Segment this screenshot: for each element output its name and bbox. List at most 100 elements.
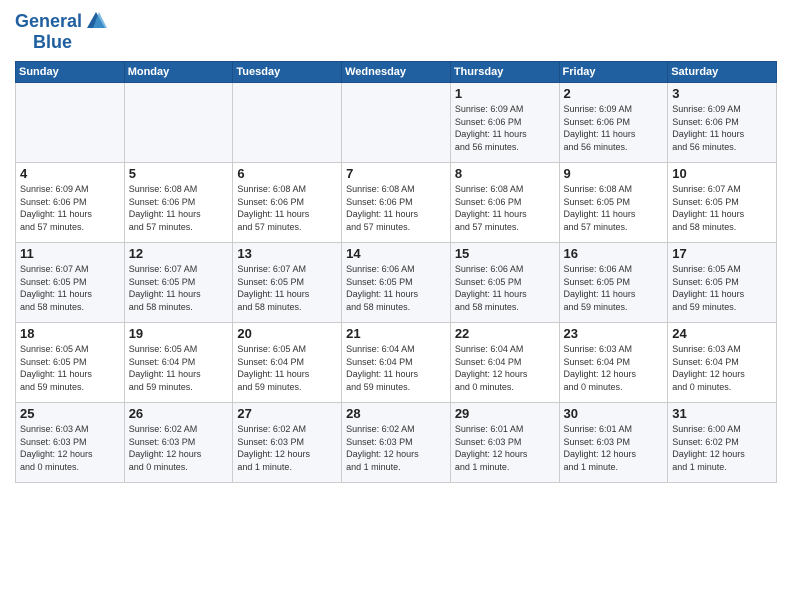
logo-general-text: General (15, 11, 82, 32)
day-number: 13 (237, 246, 337, 261)
weekday-header-row: SundayMondayTuesdayWednesdayThursdayFrid… (16, 62, 777, 83)
weekday-header-friday: Friday (559, 62, 668, 83)
calendar-week-row: 1 Sunrise: 6:09 AM Sunset: 6:06 PM Daylig… (16, 83, 777, 163)
day-info: Sunrise: 6:05 AM Sunset: 6:05 PM Dayligh… (20, 343, 120, 393)
day-info: Sunrise: 6:01 AM Sunset: 6:03 PM Dayligh… (455, 423, 555, 473)
weekday-header-monday: Monday (124, 62, 233, 83)
day-number: 10 (672, 166, 772, 181)
day-number: 30 (564, 406, 664, 421)
day-info: Sunrise: 6:03 AM Sunset: 6:03 PM Dayligh… (20, 423, 120, 473)
day-number: 24 (672, 326, 772, 341)
day-number: 26 (129, 406, 229, 421)
calendar-week-row: 18 Sunrise: 6:05 AM Sunset: 6:05 PM Dayli… (16, 323, 777, 403)
day-info: Sunrise: 6:01 AM Sunset: 6:03 PM Dayligh… (564, 423, 664, 473)
calendar-cell: 15 Sunrise: 6:06 AM Sunset: 6:05 PM Dayli… (450, 243, 559, 323)
calendar-cell: 1Sunrise: 6:09 AM Sunset: 6:06 PM Daylig… (450, 83, 559, 163)
day-number: 1 (455, 86, 555, 101)
calendar-cell (16, 83, 125, 163)
day-info: Sunrise: 6:08 AM Sunset: 6:06 PM Dayligh… (455, 183, 555, 233)
calendar-cell: 5Sunrise: 6:08 AM Sunset: 6:06 PM Daylig… (124, 163, 233, 243)
calendar-cell: 16 Sunrise: 6:06 AM Sunset: 6:05 PM Dayli… (559, 243, 668, 323)
logo-general-word: General (15, 11, 82, 31)
calendar-cell: 12 Sunrise: 6:07 AM Sunset: 6:05 PM Dayli… (124, 243, 233, 323)
calendar-cell: 11 Sunrise: 6:07 AM Sunset: 6:05 PM Dayli… (16, 243, 125, 323)
calendar-cell: 17Sunrise: 6:05 AM Sunset: 6:05 PM Dayli… (668, 243, 777, 323)
calendar-cell (124, 83, 233, 163)
calendar-cell: 23 Sunrise: 6:03 AM Sunset: 6:04 PM Dayli… (559, 323, 668, 403)
day-number: 2 (564, 86, 664, 101)
day-info: Sunrise: 6:00 AM Sunset: 6:02 PM Dayligh… (672, 423, 772, 473)
calendar-container: General Blue SundayMondayTuesdayWednesda… (0, 0, 792, 488)
day-number: 4 (20, 166, 120, 181)
calendar-cell: 18 Sunrise: 6:05 AM Sunset: 6:05 PM Dayli… (16, 323, 125, 403)
day-info: Sunrise: 6:06 AM Sunset: 6:05 PM Dayligh… (346, 263, 446, 313)
day-number: 16 (564, 246, 664, 261)
day-number: 14 (346, 246, 446, 261)
day-info: Sunrise: 6:04 AM Sunset: 6:04 PM Dayligh… (346, 343, 446, 393)
day-number: 7 (346, 166, 446, 181)
calendar-cell: 24 Sunrise: 6:03 AM Sunset: 6:04 PM Dayli… (668, 323, 777, 403)
weekday-header-wednesday: Wednesday (342, 62, 451, 83)
day-info: Sunrise: 6:09 AM Sunset: 6:06 PM Dayligh… (672, 103, 772, 153)
calendar-cell: 28Sunrise: 6:02 AM Sunset: 6:03 PM Dayli… (342, 403, 451, 483)
day-info: Sunrise: 6:06 AM Sunset: 6:05 PM Dayligh… (455, 263, 555, 313)
day-info: Sunrise: 6:07 AM Sunset: 6:05 PM Dayligh… (20, 263, 120, 313)
calendar-cell: 30 Sunrise: 6:01 AM Sunset: 6:03 PM Dayli… (559, 403, 668, 483)
day-number: 18 (20, 326, 120, 341)
day-number: 25 (20, 406, 120, 421)
day-number: 20 (237, 326, 337, 341)
calendar-cell: 14 Sunrise: 6:06 AM Sunset: 6:05 PM Dayli… (342, 243, 451, 323)
day-info: Sunrise: 6:03 AM Sunset: 6:04 PM Dayligh… (564, 343, 664, 393)
day-info: Sunrise: 6:06 AM Sunset: 6:05 PM Dayligh… (564, 263, 664, 313)
day-number: 27 (237, 406, 337, 421)
calendar-cell: 8 Sunrise: 6:08 AM Sunset: 6:06 PM Daylig… (450, 163, 559, 243)
calendar-cell: 21Sunrise: 6:04 AM Sunset: 6:04 PM Dayli… (342, 323, 451, 403)
calendar-cell: 27Sunrise: 6:02 AM Sunset: 6:03 PM Dayli… (233, 403, 342, 483)
day-number: 23 (564, 326, 664, 341)
day-number: 31 (672, 406, 772, 421)
day-number: 15 (455, 246, 555, 261)
day-number: 6 (237, 166, 337, 181)
day-number: 28 (346, 406, 446, 421)
calendar-cell: 25 Sunrise: 6:03 AM Sunset: 6:03 PM Dayli… (16, 403, 125, 483)
calendar-cell (233, 83, 342, 163)
logo: General Blue (15, 10, 107, 53)
day-number: 17 (672, 246, 772, 261)
header: General Blue (15, 10, 777, 53)
day-info: Sunrise: 6:08 AM Sunset: 6:06 PM Dayligh… (237, 183, 337, 233)
day-number: 22 (455, 326, 555, 341)
day-number: 8 (455, 166, 555, 181)
calendar-cell: 3 Sunrise: 6:09 AM Sunset: 6:06 PM Daylig… (668, 83, 777, 163)
day-number: 11 (20, 246, 120, 261)
day-number: 3 (672, 86, 772, 101)
day-info: Sunrise: 6:02 AM Sunset: 6:03 PM Dayligh… (129, 423, 229, 473)
day-info: Sunrise: 6:09 AM Sunset: 6:06 PM Dayligh… (564, 103, 664, 153)
day-info: Sunrise: 6:04 AM Sunset: 6:04 PM Dayligh… (455, 343, 555, 393)
calendar-cell: 29Sunrise: 6:01 AM Sunset: 6:03 PM Dayli… (450, 403, 559, 483)
calendar-cell (342, 83, 451, 163)
day-info: Sunrise: 6:05 AM Sunset: 6:04 PM Dayligh… (237, 343, 337, 393)
day-info: Sunrise: 6:08 AM Sunset: 6:06 PM Dayligh… (346, 183, 446, 233)
weekday-header-saturday: Saturday (668, 62, 777, 83)
day-info: Sunrise: 6:07 AM Sunset: 6:05 PM Dayligh… (237, 263, 337, 313)
day-number: 9 (564, 166, 664, 181)
day-number: 5 (129, 166, 229, 181)
calendar-cell: 4 Sunrise: 6:09 AM Sunset: 6:06 PM Daylig… (16, 163, 125, 243)
calendar-cell: 31 Sunrise: 6:00 AM Sunset: 6:02 PM Dayli… (668, 403, 777, 483)
weekday-header-thursday: Thursday (450, 62, 559, 83)
calendar-cell: 13 Sunrise: 6:07 AM Sunset: 6:05 PM Dayli… (233, 243, 342, 323)
logo-blue-text: Blue (33, 32, 72, 53)
logo-icon (85, 10, 107, 32)
calendar-week-row: 4 Sunrise: 6:09 AM Sunset: 6:06 PM Daylig… (16, 163, 777, 243)
day-info: Sunrise: 6:08 AM Sunset: 6:05 PM Dayligh… (564, 183, 664, 233)
calendar-cell: 7 Sunrise: 6:08 AM Sunset: 6:06 PM Daylig… (342, 163, 451, 243)
day-info: Sunrise: 6:03 AM Sunset: 6:04 PM Dayligh… (672, 343, 772, 393)
calendar-cell: 20 Sunrise: 6:05 AM Sunset: 6:04 PM Dayli… (233, 323, 342, 403)
calendar-table: SundayMondayTuesdayWednesdayThursdayFrid… (15, 61, 777, 483)
day-info: Sunrise: 6:07 AM Sunset: 6:05 PM Dayligh… (672, 183, 772, 233)
day-info: Sunrise: 6:09 AM Sunset: 6:06 PM Dayligh… (20, 183, 120, 233)
calendar-week-row: 11 Sunrise: 6:07 AM Sunset: 6:05 PM Dayli… (16, 243, 777, 323)
day-info: Sunrise: 6:07 AM Sunset: 6:05 PM Dayligh… (129, 263, 229, 313)
day-number: 12 (129, 246, 229, 261)
calendar-cell: 6 Sunrise: 6:08 AM Sunset: 6:06 PM Daylig… (233, 163, 342, 243)
